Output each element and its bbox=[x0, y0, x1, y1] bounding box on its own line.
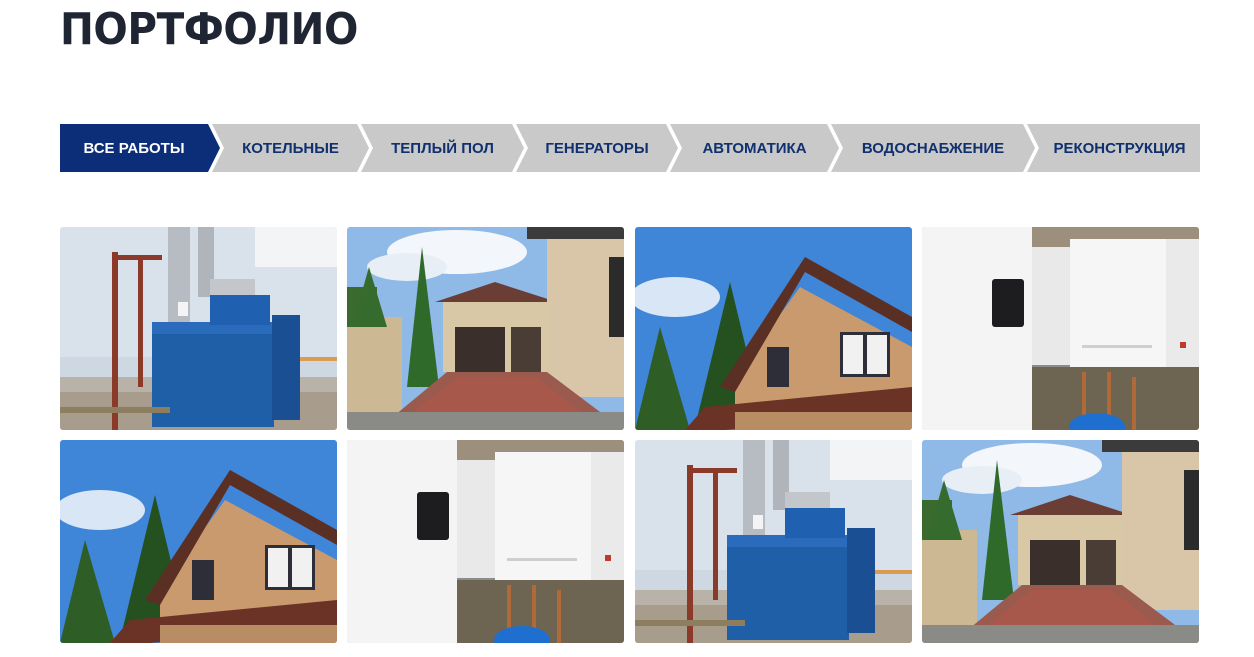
portfolio-item[interactable] bbox=[60, 440, 337, 643]
tab-boiler-rooms[interactable]: КОТЕЛЬНЫЕ bbox=[212, 124, 369, 172]
tab-automation[interactable]: АВТОМАТИКА bbox=[670, 124, 839, 172]
page-title: ПОРТФОЛИО bbox=[60, 4, 358, 55]
portfolio-filter-tabs: ВСЕ РАБОТЫ КОТЕЛЬНЫЕ ТЕПЛЫЙ ПОЛ ГЕНЕРАТО… bbox=[60, 124, 1200, 172]
tab-all-works[interactable]: ВСЕ РАБОТЫ bbox=[60, 124, 220, 172]
portfolio-item[interactable] bbox=[922, 227, 1199, 430]
portfolio-item[interactable] bbox=[60, 227, 337, 430]
tab-label: ВОДОСНАБЖЕНИЕ bbox=[861, 139, 1005, 157]
tab-label: АВТОМАТИКА bbox=[702, 139, 807, 157]
tab-reconstruction[interactable]: РЕКОНСТРУКЦИЯ bbox=[1027, 124, 1200, 172]
tab-label: ТЕПЛЫЙ ПОЛ bbox=[391, 139, 494, 157]
tab-label: РЕКОНСТРУКЦИЯ bbox=[1053, 139, 1186, 157]
tab-label: ВСЕ РАБОТЫ bbox=[83, 139, 185, 157]
tab-generators[interactable]: ГЕНЕРАТОРЫ bbox=[516, 124, 678, 172]
photo-boiler-room bbox=[60, 227, 337, 430]
portfolio-item[interactable] bbox=[347, 440, 624, 643]
portfolio-item[interactable] bbox=[635, 440, 912, 643]
portfolio-item[interactable] bbox=[635, 227, 912, 430]
photo-wall-boilers bbox=[922, 227, 1199, 430]
photo-driveway-garage bbox=[922, 440, 1199, 643]
tab-underfloor-heating[interactable]: ТЕПЛЫЙ ПОЛ bbox=[361, 124, 524, 172]
portfolio-item[interactable] bbox=[922, 440, 1199, 643]
tab-water-supply[interactable]: ВОДОСНАБЖЕНИЕ bbox=[831, 124, 1035, 172]
tab-label: КОТЕЛЬНЫЕ bbox=[242, 139, 339, 157]
portfolio-item[interactable] bbox=[347, 227, 624, 430]
photo-driveway-garage bbox=[347, 227, 624, 430]
photo-house-exterior bbox=[635, 227, 912, 430]
tab-label: ГЕНЕРАТОРЫ bbox=[545, 139, 649, 157]
photo-boiler-room bbox=[635, 440, 912, 643]
photo-wall-boilers bbox=[347, 440, 624, 643]
photo-house-exterior bbox=[60, 440, 337, 643]
